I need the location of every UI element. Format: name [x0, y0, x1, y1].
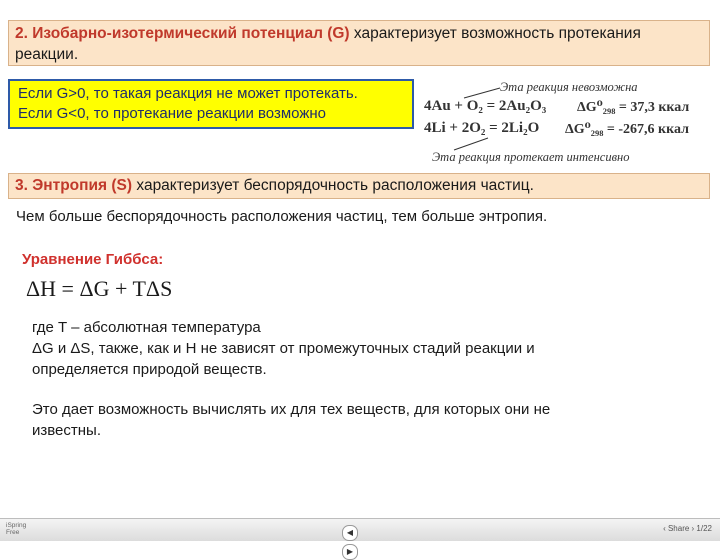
gibbs-line5: известны. [32, 422, 102, 439]
prev-arrow-icon[interactable]: ◀ [342, 525, 358, 541]
reaction-note-bottom: Эта реакция протекает интенсивно [432, 150, 630, 164]
entropy-text: Чем больше беспорядочность расположения … [16, 208, 548, 225]
section3-box: 3. Энтропия (S) характеризует беспорядоч… [8, 173, 710, 199]
player-nav: ◀▶ [342, 522, 374, 560]
gibbs-line2: ΔG и ΔS, также, как и Н не зависят от пр… [32, 340, 535, 357]
condition-line1: Если G>0, то такая реакция не может прот… [18, 85, 358, 102]
section2-heading: 2. Изобарно-изотермический потенциал (G) [15, 25, 350, 42]
player-logo-line2: Free [6, 529, 20, 536]
player-logo-line1: iSpring [6, 522, 27, 529]
condition-line2: Если G<0, то протекание реакции возможно [18, 105, 326, 122]
player-bar: iSpring Free ◀▶ ‹ Share › 1/22 [0, 518, 720, 560]
next-arrow-icon[interactable]: ▶ [342, 544, 358, 560]
slide: 2. Изобарно-изотермический потенциал (G)… [0, 0, 720, 518]
conditions-box: Если G>0, то такая реакция не может прот… [8, 79, 414, 129]
gibbs-formula: ΔH = ΔG + TΔS [26, 276, 173, 301]
section3-text-body: характеризует беспорядочность расположен… [132, 177, 534, 194]
section2-text-line2: реакции. [15, 46, 79, 63]
player-logo: iSpring Free [6, 522, 26, 536]
section2-box: 2. Изобарно-изотермический потенциал (G)… [8, 20, 710, 66]
reaction-eq2: 4Li + 2O₂ = 2Li₂O [424, 120, 540, 136]
gibbs-line3: определяется природой веществ. [32, 361, 267, 378]
section2-text: 2. Изобарно-изотермический потенциал (G)… [15, 23, 703, 65]
player-status[interactable]: ‹ Share › 1/22 [663, 524, 712, 533]
gibbs-line4: Это дает возможность вычислять их для те… [32, 401, 551, 418]
section3-heading: 3. Энтропия (S) [15, 177, 133, 194]
reaction-val2: ΔG⁰₂₉₈ = -267,6 ккал [565, 122, 689, 137]
reaction-eq1: 4Au + O₂ = 2Au₂O₃ [424, 98, 547, 114]
gibbs-line1: где T – абсолютная температура [32, 319, 261, 336]
gibbs-heading: Уравнение Гиббса: [22, 251, 164, 268]
reaction-val1: ΔG⁰₂₉₈ = 37,3 ккал [577, 100, 690, 115]
section3-text: 3. Энтропия (S) характеризует беспорядоч… [15, 176, 534, 196]
section2-text-line1: характеризует возможность протекания [349, 25, 641, 42]
reaction-note-top: Эта реакция невозможна [500, 80, 638, 94]
